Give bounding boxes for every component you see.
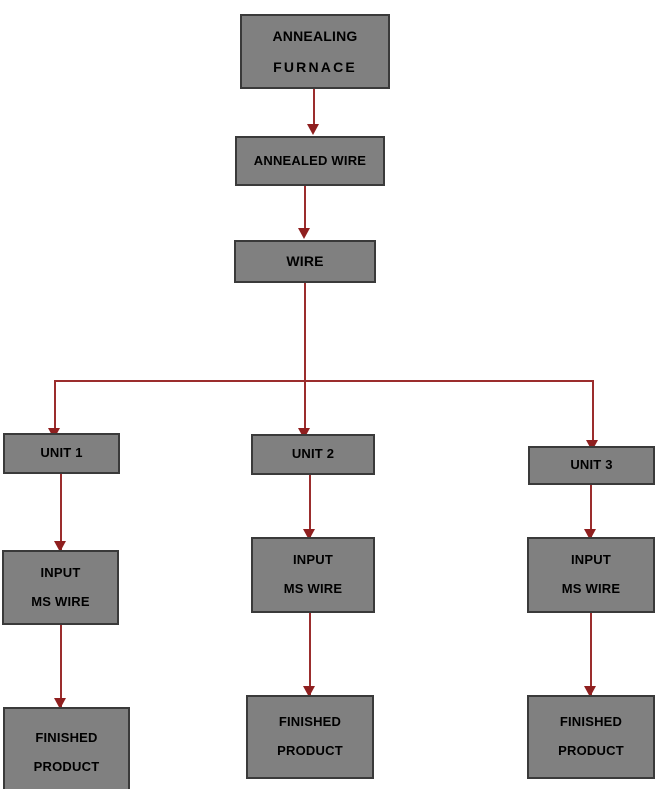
node-unit-3-label: UNIT 3 [570,457,613,473]
node-finished-product-1-line-2: PRODUCT [33,759,100,774]
node-unit-2[interactable]: UNIT 2 [251,434,375,475]
node-input-3[interactable]: INPUT MS WIRE [527,537,655,613]
node-wire-label: WIRE [286,253,324,270]
flowchart-canvas: ANNEALING FURNACE ANNEALED WIRE WIRE UNI… [0,0,661,789]
node-finished-product-2-line-1: FINISHED [278,714,342,730]
node-finished-product-1[interactable]: FINISHED PRODUCT [3,707,130,789]
node-annealed-wire-label: ANNEALED WIRE [253,152,367,168]
node-finished-product-3[interactable]: FINISHED PRODUCT [527,695,655,779]
node-finished-product-3-line-2: PRODUCT [558,743,624,758]
arrowhead-wire [298,228,310,239]
node-finished-product-3-line-1: FINISHED [559,714,623,730]
branch-bus-horizontal [54,380,594,382]
node-annealing-furnace[interactable]: ANNEALING FURNACE [240,14,390,89]
node-wire[interactable]: WIRE [234,240,376,283]
node-unit-1[interactable]: UNIT 1 [3,433,120,474]
connector-wire-to-branch-bus [304,283,306,382]
node-annealing-furnace-line-2: FURNACE [273,58,357,75]
node-unit-1-label: UNIT 1 [40,445,83,461]
node-finished-product-2[interactable]: FINISHED PRODUCT [246,695,374,779]
connector-furnace-to-annealed-wire [313,89,315,125]
node-input-3-line-1: INPUT [571,552,611,568]
node-input-2[interactable]: INPUT MS WIRE [251,537,375,613]
node-input-3-line-2: MS WIRE [561,581,621,596]
node-unit-3[interactable]: UNIT 3 [528,446,655,485]
node-annealed-wire[interactable]: ANNEALED WIRE [235,136,385,186]
node-input-1[interactable]: INPUT MS WIRE [2,550,119,625]
arrowhead-annealed-wire [307,124,319,135]
node-input-1-line-1: INPUT [40,564,81,580]
node-annealing-furnace-line-1: ANNEALING [272,28,358,45]
node-input-1-line-2: MS WIRE [31,593,90,609]
connector-annealed-wire-to-wire [304,186,306,231]
node-input-2-line-1: INPUT [293,552,333,568]
node-finished-product-2-line-2: PRODUCT [277,743,343,758]
node-unit-2-label: UNIT 2 [291,446,335,462]
node-finished-product-1-line-1: FINISHED [35,730,98,746]
node-input-2-line-2: MS WIRE [283,581,343,596]
